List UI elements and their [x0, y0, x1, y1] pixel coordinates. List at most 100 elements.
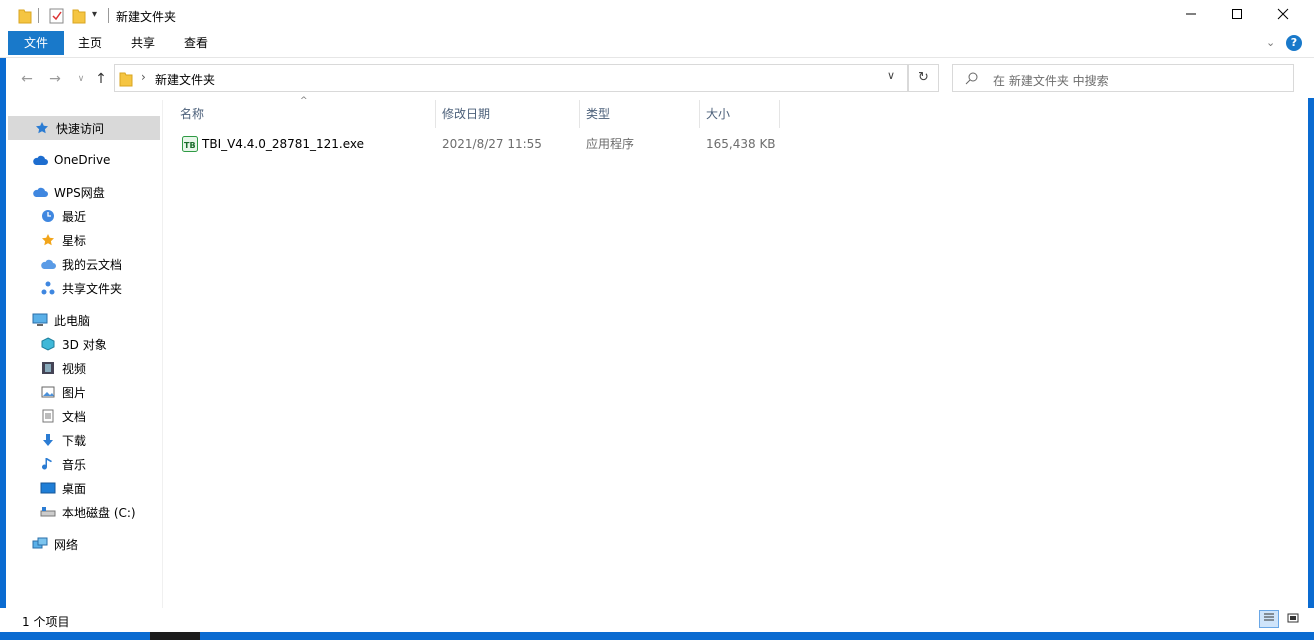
sidebar-item-label: 桌面: [62, 481, 87, 496]
sidebar-item-label: 视频: [62, 361, 87, 376]
folder-icon: [119, 70, 133, 90]
sidebar-item-label: 网络: [54, 537, 79, 552]
properties-icon[interactable]: [49, 7, 64, 24]
tab-view[interactable]: 查看: [174, 31, 218, 55]
expand-ribbon-icon[interactable]: ⌄: [1266, 36, 1275, 49]
sidebar-item-wps-cloud[interactable]: WPS网盘: [8, 180, 160, 204]
desktop-icon: [40, 480, 56, 496]
sidebar-item-cloud-docs[interactable]: 我的云文档: [8, 252, 160, 276]
file-name[interactable]: TBI_V4.4.0_28781_121.exe: [202, 132, 364, 156]
address-bar[interactable]: › 新建文件夹 ∨: [114, 64, 908, 92]
close-icon: [1277, 8, 1289, 24]
sidebar-item-3d-objects[interactable]: 3D 对象: [8, 332, 160, 356]
sidebar-item-videos[interactable]: 视频: [8, 356, 160, 380]
sidebar-item-label: 星标: [62, 233, 87, 248]
close-button[interactable]: [1260, 0, 1306, 31]
computer-icon: [32, 312, 48, 328]
sidebar-item-label: 下载: [62, 433, 87, 448]
arrow-right-icon: →: [49, 71, 61, 87]
column-header-name[interactable]: 名称: [174, 100, 436, 128]
navigation-pane: 快速访问 OneDrive WPS网盘 最近 星标 我的云文档 共享文件夹 此电…: [8, 100, 163, 608]
minimize-button[interactable]: [1168, 0, 1214, 31]
help-icon[interactable]: ?: [1286, 35, 1302, 51]
sidebar-item-label: 本地磁盘 (C:): [62, 505, 136, 520]
back-button[interactable]: ←: [16, 68, 38, 90]
wps-cloud-icon: [32, 184, 48, 200]
column-header-type[interactable]: 类型: [580, 100, 700, 128]
sidebar-item-label: 共享文件夹: [62, 281, 123, 296]
sidebar-item-label: 我的云文档: [62, 257, 123, 272]
sidebar-item-label: OneDrive: [54, 153, 111, 167]
sidebar-item-documents[interactable]: 文档: [8, 404, 160, 428]
sidebar-item-onedrive[interactable]: OneDrive: [8, 148, 160, 172]
sidebar-item-quick-access[interactable]: 快速访问: [8, 116, 160, 140]
details-view-button[interactable]: [1259, 610, 1279, 628]
chevron-down-icon: ∨: [77, 74, 85, 84]
address-dropdown-icon[interactable]: ∨: [887, 69, 895, 82]
document-icon: [40, 408, 56, 424]
sidebar-item-music[interactable]: 音乐: [8, 452, 160, 476]
search-input[interactable]: 在 新建文件夹 中搜索: [993, 72, 1109, 89]
folder-icon[interactable]: [18, 7, 32, 24]
sidebar-item-label: 最近: [62, 209, 87, 224]
clock-icon: [40, 208, 56, 224]
refresh-icon: ↻: [918, 70, 929, 85]
maximize-icon: [1231, 8, 1243, 24]
sidebar-item-label: 此电脑: [54, 313, 91, 328]
sidebar-item-desktop[interactable]: 桌面: [8, 476, 160, 500]
ribbon-tabs: 文件 主页 共享 查看 ⌄ ?: [0, 31, 1314, 58]
sidebar-item-recent[interactable]: 最近: [8, 204, 160, 228]
window-title: 新建文件夹: [116, 10, 177, 24]
sidebar-item-shared-folder[interactable]: 共享文件夹: [8, 276, 160, 300]
details-view-icon: [1263, 612, 1275, 626]
tab-file[interactable]: 文件: [8, 31, 64, 55]
sidebar-item-this-pc[interactable]: 此电脑: [8, 308, 160, 332]
sidebar-item-network[interactable]: 网络: [8, 532, 160, 556]
window-border-left: [0, 31, 6, 632]
tab-home[interactable]: 主页: [68, 31, 112, 55]
refresh-button[interactable]: ↻: [908, 64, 939, 92]
video-icon: [40, 360, 56, 376]
new-folder-icon[interactable]: [72, 7, 86, 24]
network-icon: [32, 536, 48, 552]
sidebar-item-downloads[interactable]: 下载: [8, 428, 160, 452]
sidebar-item-label: 快速访问: [56, 121, 105, 136]
sidebar-item-local-disk[interactable]: 本地磁盘 (C:): [8, 500, 160, 524]
maximize-button[interactable]: [1214, 0, 1260, 31]
sidebar-item-pictures[interactable]: 图片: [8, 380, 160, 404]
large-icons-view-button[interactable]: [1283, 610, 1303, 628]
large-icons-view-icon: [1287, 612, 1299, 626]
customize-toolbar-icon[interactable]: ▾: [92, 9, 97, 20]
star-icon: [34, 120, 50, 136]
file-size: 165,438 KB: [706, 137, 776, 151]
tab-share[interactable]: 共享: [120, 31, 166, 55]
sidebar-item-label: WPS网盘: [54, 185, 105, 200]
star-icon: [40, 232, 56, 248]
search-icon: [965, 71, 979, 88]
file-type: 应用程序: [586, 137, 635, 151]
forward-button[interactable]: →: [44, 68, 66, 90]
share-icon: [40, 280, 56, 296]
column-header-size[interactable]: 大小: [700, 100, 780, 128]
recent-locations-button[interactable]: ∨: [70, 68, 92, 90]
search-box[interactable]: 在 新建文件夹 中搜索: [952, 64, 1294, 92]
download-icon: [40, 432, 56, 448]
arrow-left-icon: ←: [21, 71, 33, 87]
file-row[interactable]: TB TBI_V4.4.0_28781_121.exe 2021/8/27 11…: [176, 132, 780, 156]
breadcrumb-separator[interactable]: ›: [141, 70, 146, 84]
exe-file-icon: TB: [182, 136, 198, 155]
sidebar-item-starred[interactable]: 星标: [8, 228, 160, 252]
cloud-icon: [32, 152, 48, 168]
column-header-date[interactable]: 修改日期: [436, 100, 580, 128]
up-button[interactable]: ↑: [90, 68, 112, 90]
music-icon: [40, 456, 56, 472]
minimize-icon: [1185, 8, 1197, 24]
taskbar-fragment: [150, 632, 200, 640]
breadcrumb-current[interactable]: 新建文件夹: [155, 71, 215, 88]
disk-icon: [40, 504, 56, 520]
svg-text:TB: TB: [184, 141, 196, 150]
status-bar: 1 个项目: [0, 608, 1314, 632]
item-count: 1 个项目: [22, 615, 70, 629]
sidebar-item-label: 3D 对象: [62, 337, 107, 352]
sidebar-item-label: 图片: [62, 385, 87, 400]
